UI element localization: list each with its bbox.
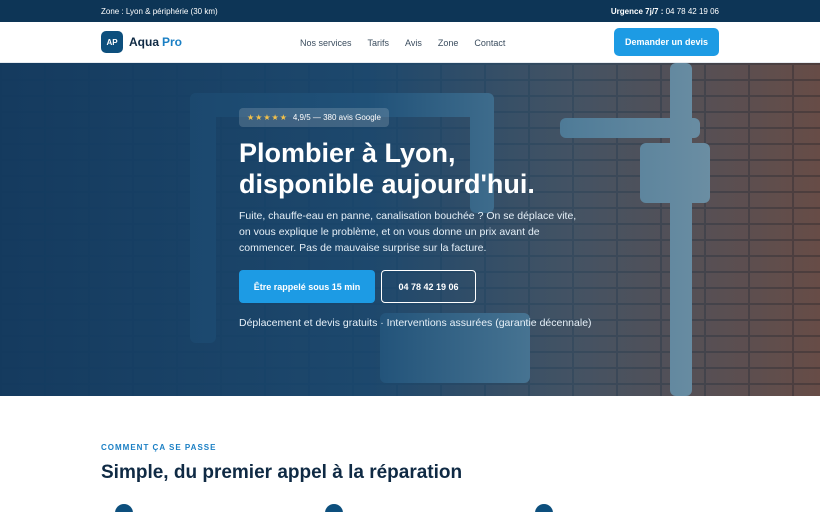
nav-contact[interactable]: Contact [474,38,505,48]
nav-tarifs[interactable]: Tarifs [368,38,390,48]
section-title: Simple, du premier appel à la réparation [101,462,463,483]
rating-badge: ★★★★★ 4,9/5 — 380 avis Google [239,108,389,127]
logo-badge: AP [101,31,123,53]
rating-text: 4,9/5 — 380 avis Google [292,113,381,122]
nav-zone[interactable]: Zone [438,38,459,48]
hero-title-line1: Plombier à Lyon, [239,138,456,168]
main-nav: Nos services Tarifs Avis Zone Contact [300,22,505,63]
emergency-contact[interactable]: Urgence 7j/7 : 04 78 42 19 06 [611,7,719,16]
request-quote-button[interactable]: Demander un devis [614,28,719,56]
nav-avis[interactable]: Avis [405,38,422,48]
emergency-phone[interactable]: 04 78 42 19 06 [666,7,719,16]
callback-button[interactable]: Être rappelé sous 15 min [239,270,375,303]
logo[interactable]: AP Aqua Pro [101,31,182,53]
nav-services[interactable]: Nos services [300,38,352,48]
hero-lead: Fuite, chauffe-eau en panne, canalisatio… [239,210,577,254]
guarantee-text: Déplacement et devis gratuits · Interven… [239,317,592,329]
step-icon [325,504,343,512]
emergency-label: Urgence 7j/7 : [610,6,664,16]
section-eyebrow: COMMENT ÇA SE PASSE [101,443,217,452]
phone-button[interactable]: 04 78 42 19 06 [381,270,476,303]
site-header: AP Aqua Pro Nos services Tarifs Avis Zone… [0,22,820,63]
logo-suffix: Pro [162,35,183,49]
logo-name: Aqua [129,35,159,49]
hero-title-line2: disponible aujourd'hui. [239,169,535,199]
hero-title: Plombier à Lyon, disponible aujourd'hui. [239,138,659,200]
logo-text: Aqua Pro [129,35,182,49]
step-icon [535,504,553,512]
star-rating-icon: ★★★★★ [247,113,288,122]
hero-section: ★★★★★ 4,9/5 — 380 avis Google Plombier à… [0,63,820,396]
step-icon [115,504,133,512]
service-zone: Zone : Lyon & périphérie (30 km) [101,6,218,16]
top-info-bar: Zone : Lyon & périphérie (30 km) Urgence… [0,0,820,22]
